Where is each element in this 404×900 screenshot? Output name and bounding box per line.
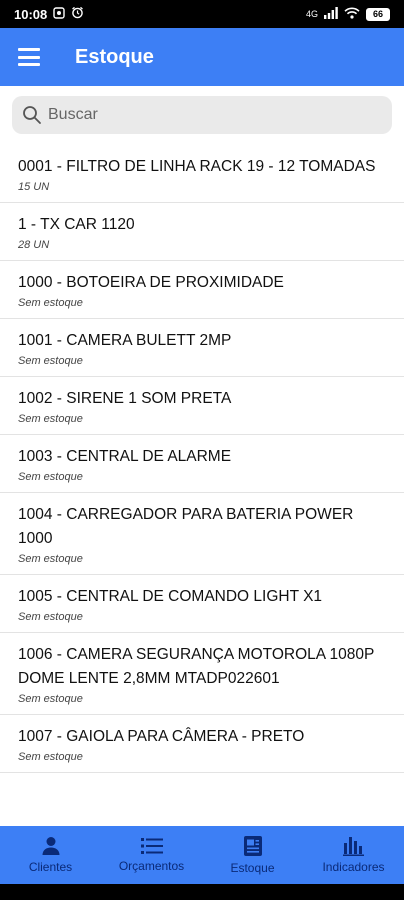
network-type: 4G — [305, 9, 318, 19]
wifi-icon — [344, 7, 360, 22]
item-stock: Sem estoque — [18, 355, 83, 367]
item-title: 0001 - FILTRO DE LINHA RACK 19 - 12 TOMA… — [18, 158, 376, 175]
item-stock: 28 UN — [18, 239, 50, 251]
item-title: 1004 - CARREGADOR PARA BATERIA POWER 100… — [18, 506, 354, 547]
status-bar: 10:08 4G 66 — [0, 0, 404, 28]
nav-label-indicadores: Indicadores — [322, 860, 385, 874]
item-title: 1 - TX CAR 1120 — [18, 216, 135, 233]
nav-item-indicadores[interactable]: Indicadores — [303, 826, 404, 884]
item-title: 1001 - CAMERA BULETT 2MP — [18, 332, 232, 349]
list-icon — [140, 838, 163, 854]
list-item[interactable]: 1005 - CENTRAL DE COMANDO LIGHT X1 Sem e… — [0, 575, 404, 633]
app-bar: Estoque — [0, 28, 404, 86]
list-item[interactable]: 1007 - GAIOLA PARA CÂMERA - PRETO Sem es… — [0, 715, 404, 773]
item-stock: Sem estoque — [18, 553, 83, 565]
item-stock: Sem estoque — [18, 413, 83, 425]
list-item[interactable]: 1001 - CAMERA BULETT 2MP Sem estoque — [0, 319, 404, 377]
search-bar[interactable] — [12, 96, 392, 134]
bar-chart-icon — [342, 837, 364, 856]
list-item[interactable]: 1003 - CENTRAL DE ALARME Sem estoque — [0, 435, 404, 493]
list-item[interactable]: 1000 - BOTOEIRA DE PROXIMIDADE Sem estoq… — [0, 261, 404, 319]
document-icon — [243, 836, 262, 856]
item-title: 1006 - CAMERA SEGURANÇA MOTOROLA 1080P D… — [18, 646, 375, 687]
search-input[interactable] — [48, 106, 368, 124]
list-item[interactable]: 1006 - CAMERA SEGURANÇA MOTOROLA 1080P D… — [0, 633, 404, 715]
battery-indicator: 66 — [366, 7, 390, 21]
item-stock: Sem estoque — [18, 751, 83, 763]
stock-list: 0001 - FILTRO DE LINHA RACK 19 - 12 TOMA… — [0, 145, 404, 773]
nav-item-estoque[interactable]: Estoque — [202, 826, 303, 884]
system-gesture-bar — [0, 884, 404, 900]
item-stock: Sem estoque — [18, 297, 83, 309]
item-stock: Sem estoque — [18, 693, 83, 705]
nav-label-clientes: Clientes — [28, 860, 73, 874]
list-item[interactable]: 0001 - FILTRO DE LINHA RACK 19 - 12 TOMA… — [0, 145, 404, 203]
nav-item-orcamentos[interactable]: Orçamentos — [101, 826, 202, 884]
bottom-navigation: Clientes Orçamentos Estoque Indicadores — [0, 826, 404, 884]
menu-icon[interactable] — [18, 48, 40, 66]
search-icon — [23, 106, 41, 124]
page-title: Estoque — [75, 45, 154, 68]
item-stock: Sem estoque — [18, 471, 83, 483]
item-title: 1003 - CENTRAL DE ALARME — [18, 448, 232, 465]
item-title: 1007 - GAIOLA PARA CÂMERA - PRETO — [18, 728, 305, 745]
list-item[interactable]: 1004 - CARREGADOR PARA BATERIA POWER 100… — [0, 493, 404, 575]
notification-icon — [53, 6, 65, 22]
item-title: 1005 - CENTRAL DE COMANDO LIGHT X1 — [18, 588, 323, 605]
list-item[interactable]: 1 - TX CAR 1120 28 UN — [0, 203, 404, 261]
list-item[interactable]: 1002 - SIRENE 1 SOM PRETA Sem estoque — [0, 377, 404, 435]
item-title: 1000 - BOTOEIRA DE PROXIMIDADE — [18, 274, 284, 291]
item-stock: Sem estoque — [18, 611, 83, 623]
nav-item-clientes[interactable]: Clientes — [0, 826, 101, 884]
signal-icon — [324, 6, 338, 22]
status-time: 10:08 — [14, 6, 48, 22]
alarm-icon — [71, 6, 84, 22]
item-title: 1002 - SIRENE 1 SOM PRETA — [18, 390, 232, 407]
person-icon — [42, 837, 59, 855]
nav-label-estoque: Estoque — [230, 861, 275, 875]
nav-label-orcamentos: Orçamentos — [118, 859, 185, 873]
item-stock: 15 UN — [18, 181, 50, 193]
